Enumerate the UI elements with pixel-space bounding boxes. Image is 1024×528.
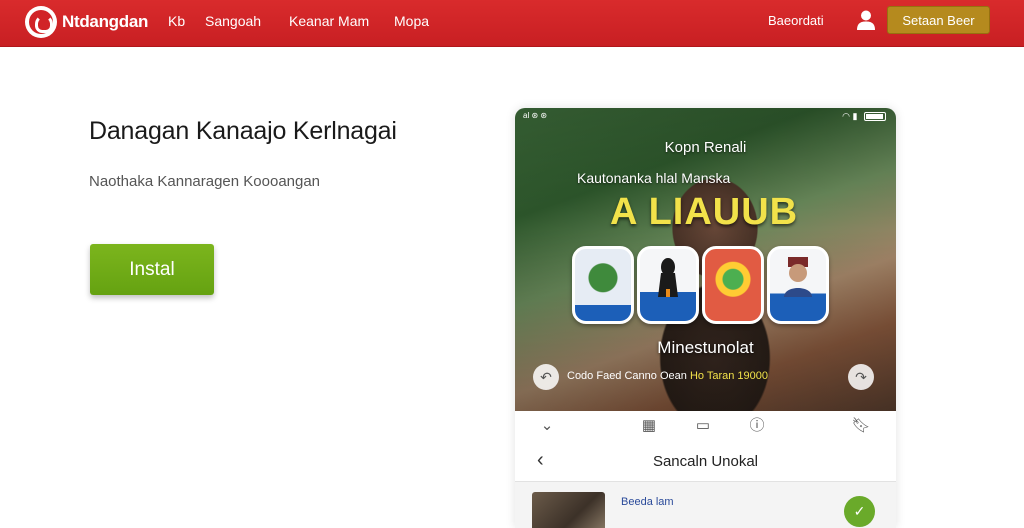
nav-link-3[interactable]: Keanar Mam	[289, 13, 369, 29]
footer-text: Codo Faed Canno Oean	[567, 370, 687, 382]
info-icon[interactable]: ⓘ	[747, 417, 767, 435]
header-cta-button[interactable]: Setaan Beer	[887, 6, 990, 34]
figure-app-icon[interactable]	[637, 246, 699, 324]
portrait-app-icon[interactable]	[767, 246, 829, 324]
nav-link-4[interactable]: Mopa	[394, 13, 429, 29]
footer-highlight: Ho Taran 19000	[689, 370, 769, 382]
install-button[interactable]: Instal	[90, 244, 214, 295]
brand-logo-icon[interactable]	[25, 6, 57, 38]
nav-link-1[interactable]: Kb	[168, 13, 185, 29]
hero-subtitle: Naothaka Kannaragen Koooangan	[89, 173, 321, 190]
screen-caption: Minestunolat	[657, 338, 754, 357]
signal-icon: ▮	[852, 111, 858, 121]
screen-headline: A LIAUUB	[610, 191, 799, 233]
screen-title: Kopn Renali	[664, 139, 747, 156]
hero-title: Danagan Kanaajo Kerlnagai	[89, 117, 397, 145]
brand-name[interactable]: Ntdangdan	[62, 12, 148, 32]
phone-status-bar: al ⊛ ⊛ ◠ ▮	[515, 108, 896, 126]
list-item-title[interactable]: Beeda lam	[621, 496, 674, 508]
phone-toolbar: ⌄ ▦ ▭ ⓘ 🔖︎	[515, 411, 896, 441]
wifi-icon: ◠	[842, 111, 851, 121]
user-icon[interactable]	[856, 9, 876, 31]
phone-nav-title: Sancaln Unokal	[652, 453, 759, 470]
globe-app-icon[interactable]	[702, 246, 764, 324]
phone-nav-bar: ‹ Sancaln Unokal	[515, 441, 896, 481]
carousel-back-icon[interactable]: ↶	[533, 364, 559, 390]
list-item-thumbnail[interactable]	[532, 492, 605, 528]
phone-list: Beeda lam ✓	[515, 481, 896, 528]
phone-mockup: al ⊛ ⊛ ◠ ▮ Kopn Renali Kautonanka hlal M…	[515, 108, 896, 528]
grid-icon[interactable]: ▦	[639, 417, 659, 435]
status-icons: ◠ ▮	[842, 111, 886, 122]
chevron-down-icon[interactable]: ⌄	[537, 417, 557, 435]
carousel-forward-icon[interactable]: ↷	[848, 364, 874, 390]
emblem-app-icon[interactable]	[572, 246, 634, 324]
signin-link[interactable]: Baeordati	[768, 13, 824, 28]
screen-subtitle: Kautonanka hlal Manska	[577, 170, 731, 186]
square-icon[interactable]: ▭	[693, 417, 713, 435]
battery-icon	[864, 112, 886, 122]
top-navigation-bar: Ntdangdan Kb Sangoah Keanar Mam Mopa Bae…	[0, 0, 1024, 47]
status-signal-text: al ⊛ ⊛	[523, 111, 548, 120]
screen-footer-text: Codo Faed Canno Oean Ho Taran 19000	[567, 370, 768, 382]
nav-link-2[interactable]: Sangoah	[205, 13, 261, 29]
bookmark-icon[interactable]: 🔖︎	[851, 417, 871, 435]
